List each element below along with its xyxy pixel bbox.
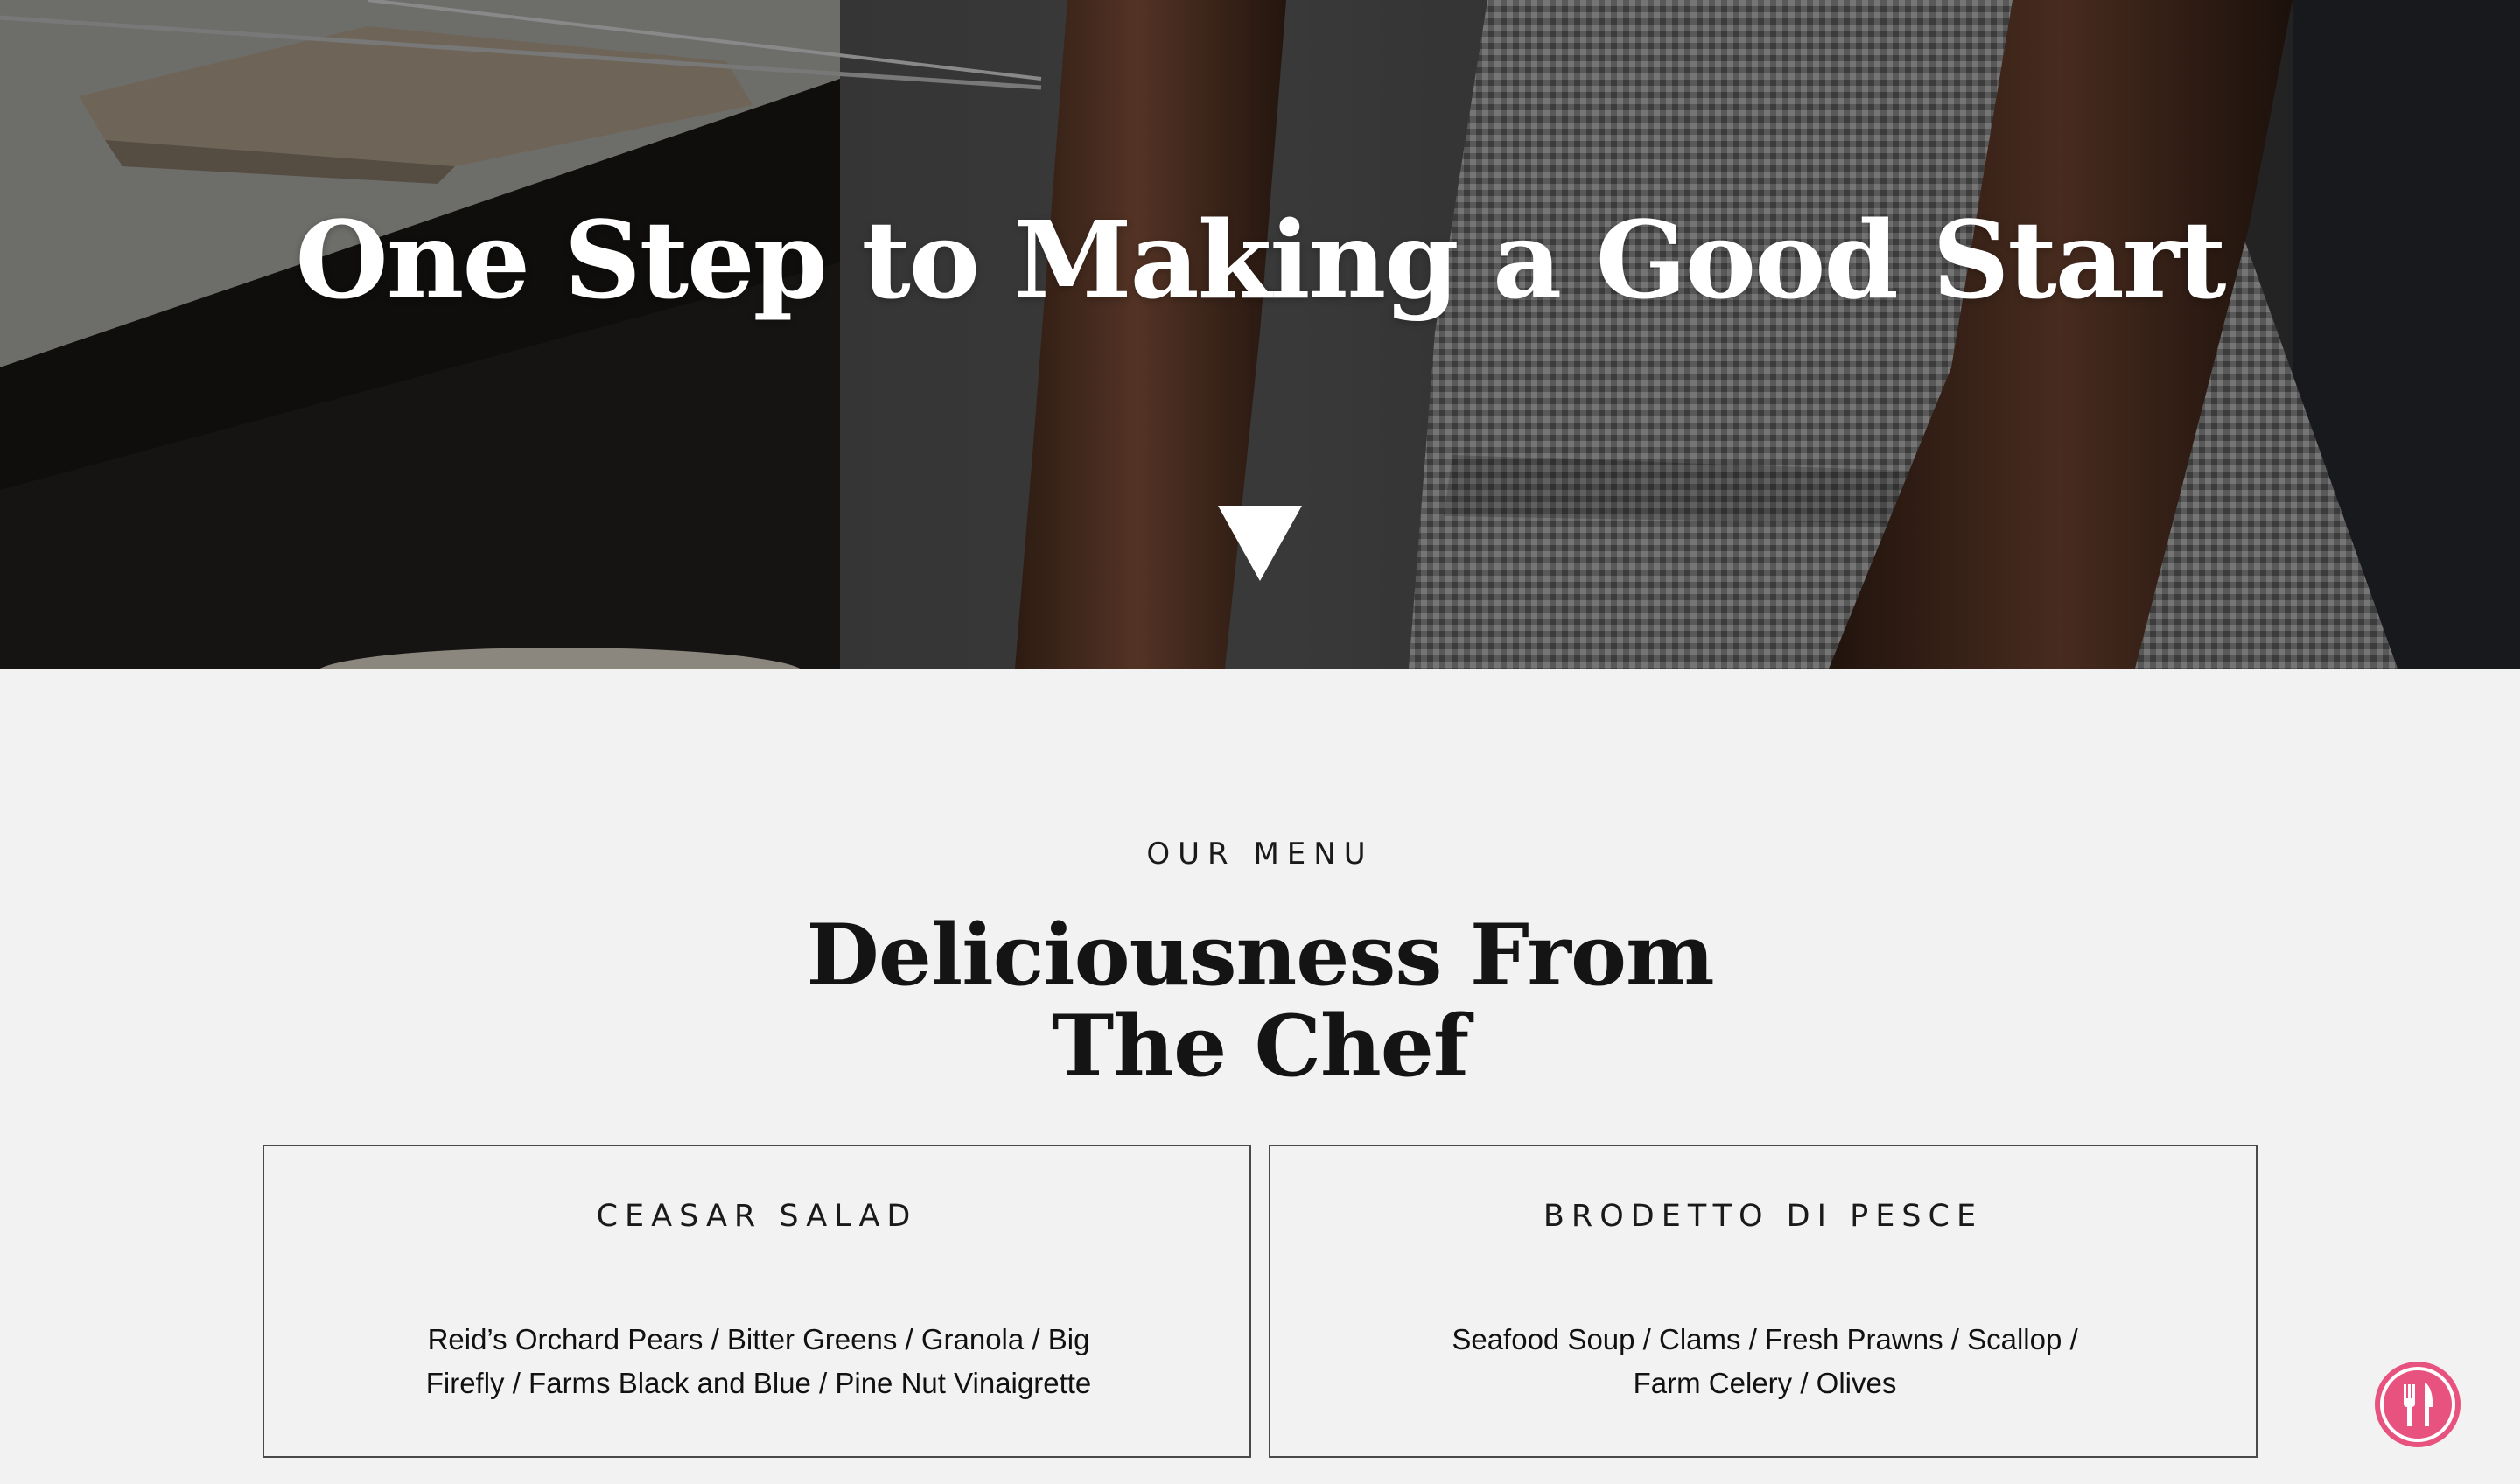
- hero-title: One Step to Making a Good Start: [295, 197, 2227, 323]
- menu-item-description: Seafood Soup / Clams / Fresh Prawns / Sc…: [1452, 1323, 2078, 1399]
- triangle-down-icon: [1218, 506, 1302, 581]
- menu-item-name: CEASAR SALAD: [596, 1199, 918, 1234]
- scroll-down-button[interactable]: [1218, 506, 1302, 581]
- fork-knife-icon: [2380, 1367, 2455, 1442]
- hero-section: One Step to Making a Good Start: [0, 0, 2520, 668]
- section-eyebrow: OUR MENU: [1146, 836, 1374, 872]
- floating-menu-button[interactable]: [2375, 1362, 2460, 1447]
- section-title: Deliciousness From The Chef: [806, 906, 1714, 1096]
- menu-item-description: Reid’s Orchard Pears / Bitter Greens / G…: [425, 1323, 1092, 1399]
- menu-item-card: CEASAR SALAD Reid’s Orchard Pears / Bitt…: [262, 1144, 1251, 1458]
- menu-item-name: BRODETTO DI PESCE: [1543, 1199, 1984, 1234]
- menu-item-card: BRODETTO DI PESCE Seafood Soup / Clams /…: [1269, 1144, 2258, 1458]
- menu-section: OUR MENU Deliciousness From The Chef CEA…: [0, 668, 2520, 1484]
